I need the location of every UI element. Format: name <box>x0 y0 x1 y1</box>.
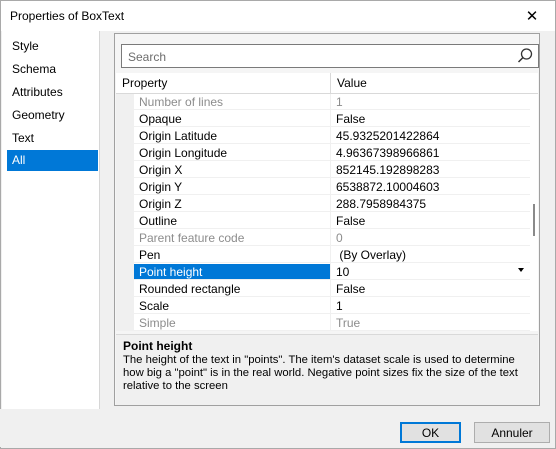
property-value[interactable]: False <box>331 111 530 127</box>
grid-header: Property Value <box>116 73 538 94</box>
property-row[interactable]: Origin Longitude 4.96367398966861 <box>116 145 530 162</box>
property-name[interactable]: Rounded rectangle <box>134 281 330 297</box>
property-row[interactable]: Point height 10 <box>116 264 530 281</box>
property-name[interactable]: Origin Y <box>134 179 330 195</box>
property-row[interactable]: Scale 1 <box>116 298 530 315</box>
row-gutter <box>116 315 134 331</box>
row-gutter <box>116 247 134 264</box>
property-value-text: 288.7958984375 <box>336 197 427 211</box>
property-name[interactable]: Scale <box>134 298 330 314</box>
chevron-down-icon[interactable] <box>518 268 524 272</box>
property-value-text: True <box>336 316 361 330</box>
row-gutter <box>116 264 134 281</box>
property-row[interactable]: Outline False <box>116 213 530 230</box>
property-value-text: 852145.192898283 <box>336 163 440 177</box>
cancel-button[interactable]: Annuler <box>474 422 550 443</box>
search-input[interactable]: Search <box>121 44 539 68</box>
property-name[interactable]: Origin X <box>134 162 330 178</box>
row-gutter <box>116 128 134 145</box>
row-gutter <box>116 196 134 213</box>
row-gutter <box>116 213 134 230</box>
title-bar: Properties of BoxText ✕ <box>1 1 555 31</box>
property-name[interactable]: Number of lines <box>134 94 330 110</box>
property-value[interactable]: (By Overlay) <box>331 247 530 263</box>
property-row[interactable]: Origin Z 288.7958984375 <box>116 196 530 213</box>
property-value: 0 <box>331 230 530 246</box>
property-value[interactable]: 852145.192898283 <box>331 162 530 178</box>
row-gutter <box>116 162 134 179</box>
nav-item-attributes[interactable]: Attributes <box>7 82 98 103</box>
description-title: Point height <box>123 339 193 353</box>
window-title: Properties of BoxText <box>10 9 125 23</box>
property-value-text: 0 <box>336 231 343 245</box>
property-row[interactable]: Rounded rectangle False <box>116 281 530 298</box>
vertical-scrollbar[interactable] <box>530 94 538 331</box>
property-name[interactable]: Origin Z <box>134 196 330 212</box>
property-name[interactable]: Opaque <box>134 111 330 127</box>
property-value-text: 1 <box>336 299 343 313</box>
property-value[interactable]: 6538872.10004603 <box>331 179 530 195</box>
nav-item-schema[interactable]: Schema <box>7 59 98 80</box>
search-placeholder: Search <box>128 50 167 64</box>
close-icon[interactable]: ✕ <box>509 1 555 31</box>
property-row[interactable]: Opaque False <box>116 111 530 128</box>
property-name[interactable]: Pen <box>134 247 330 263</box>
property-value-text: 45.9325201422864 <box>336 129 440 143</box>
property-row[interactable]: Origin Latitude 45.9325201422864 <box>116 128 530 145</box>
row-gutter <box>116 281 134 298</box>
property-row[interactable]: Number of lines 1 <box>116 94 530 111</box>
property-value-text: 6538872.10004603 <box>336 180 440 194</box>
dialog-footer: OK Annuler <box>0 409 554 447</box>
row-gutter <box>116 111 134 128</box>
row-gutter <box>116 230 134 247</box>
property-value: True <box>331 315 530 331</box>
search-icon[interactable] <box>516 47 534 65</box>
property-row[interactable]: Origin Y 6538872.10004603 <box>116 179 530 196</box>
nav-item-geometry[interactable]: Geometry <box>7 105 98 126</box>
description-pane: Point height The height of the text in "… <box>116 334 538 405</box>
property-value: 1 <box>331 94 530 110</box>
description-text: The height of the text in "points". The … <box>123 354 518 392</box>
row-gutter <box>116 145 134 162</box>
property-grid: Property Value Number of lines 1 Opaque Fal… <box>116 73 538 331</box>
property-value-text: 10 <box>336 265 350 279</box>
property-name[interactable]: Origin Latitude <box>134 128 330 144</box>
property-name[interactable]: Origin Longitude <box>134 145 330 161</box>
property-value[interactable]: 4.96367398966861 <box>331 145 530 161</box>
row-gutter <box>116 179 134 196</box>
column-header-property[interactable]: Property <box>116 73 330 93</box>
property-value-text: 4.96367398966861 <box>336 146 440 160</box>
category-list: Style Schema Attributes Geometry Text Al… <box>2 31 100 409</box>
ok-button[interactable]: OK <box>400 422 461 443</box>
nav-item-style[interactable]: Style <box>7 36 98 57</box>
property-row[interactable]: Origin X 852145.192898283 <box>116 162 530 179</box>
property-value[interactable]: False <box>331 281 530 297</box>
property-name[interactable]: Point height <box>134 264 330 280</box>
property-value[interactable]: 45.9325201422864 <box>331 128 530 144</box>
row-gutter <box>116 298 134 315</box>
property-name[interactable]: Simple <box>134 315 330 331</box>
nav-item-all[interactable]: All <box>7 150 98 171</box>
row-gutter <box>116 94 134 111</box>
property-row[interactable]: Pen (By Overlay) <box>116 247 530 264</box>
nav-item-text[interactable]: Text <box>7 128 98 149</box>
property-value-text: False <box>336 214 366 228</box>
property-name[interactable]: Parent feature code <box>134 230 330 246</box>
property-value-dropdown[interactable]: 10 <box>331 264 530 280</box>
property-value[interactable]: False <box>331 213 530 229</box>
property-name[interactable]: Outline <box>134 213 330 229</box>
property-value[interactable]: 1 <box>331 298 530 314</box>
property-value-text: 1 <box>336 95 343 109</box>
property-value-text: False <box>336 282 366 296</box>
property-row[interactable]: Parent feature code 0 <box>116 230 530 247</box>
property-row[interactable]: Simple True <box>116 315 530 331</box>
scrollbar-thumb[interactable] <box>533 204 535 236</box>
property-value-text: (By Overlay) <box>336 248 407 262</box>
property-value[interactable]: 288.7958984375 <box>331 196 530 212</box>
column-header-value[interactable]: Value <box>331 73 531 93</box>
property-value-text: False <box>336 112 366 126</box>
